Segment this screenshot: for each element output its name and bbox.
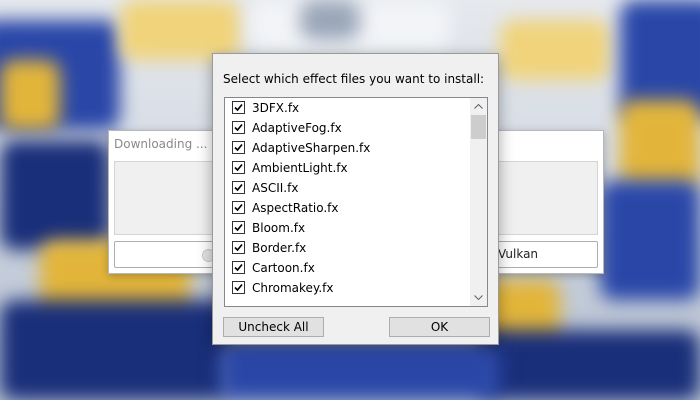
checkmark-icon [234, 183, 243, 192]
checkbox[interactable] [232, 141, 245, 154]
list-scrollbar[interactable] [470, 98, 487, 306]
checkmark-icon [234, 283, 243, 292]
list-item[interactable]: AspectRatio.fx [225, 198, 471, 218]
effect-selection-dialog: Select which effect files you want to in… [212, 53, 499, 345]
uncheck-all-button[interactable]: Uncheck All [223, 317, 324, 337]
effect-file-list[interactable]: 3DFX.fx AdaptiveFog.fx AdaptiveSharpen.fx A… [224, 97, 488, 307]
checkbox[interactable] [232, 221, 245, 234]
checkbox[interactable] [232, 101, 245, 114]
list-item-label: 3DFX.fx [252, 101, 300, 115]
checkmark-icon [234, 263, 243, 272]
list-item[interactable]: Cartoon.fx [225, 258, 471, 278]
list-item[interactable]: Border.fx [225, 238, 471, 258]
chevron-down-icon[interactable] [470, 289, 487, 306]
list-item[interactable]: ASCII.fx [225, 178, 471, 198]
checkmark-icon [234, 203, 243, 212]
scrollbar-thumb[interactable] [471, 115, 486, 139]
list-item[interactable]: AdaptiveFog.fx [225, 118, 471, 138]
list-item-label: Bloom.fx [252, 221, 306, 235]
checkbox[interactable] [232, 281, 245, 294]
list-item-label: Border.fx [252, 241, 307, 255]
list-item[interactable]: AdaptiveSharpen.fx [225, 138, 471, 158]
checkmark-icon [234, 223, 243, 232]
list-item-label: AspectRatio.fx [252, 201, 339, 215]
checkbox[interactable] [232, 261, 245, 274]
list-item-label: ASCII.fx [252, 181, 299, 195]
list-item-label: Chromakey.fx [252, 281, 334, 295]
ok-button[interactable]: OK [389, 317, 490, 337]
checkmark-icon [234, 143, 243, 152]
dialog-prompt: Select which effect files you want to in… [223, 72, 485, 86]
list-item[interactable]: AmbientLight.fx [225, 158, 471, 178]
checkmark-icon [234, 123, 243, 132]
chevron-up-icon[interactable] [470, 98, 487, 115]
list-item-label: Cartoon.fx [252, 261, 315, 275]
checkmark-icon [234, 243, 243, 252]
list-item[interactable]: 3DFX.fx [225, 98, 471, 118]
vulkan-option-label: Vulkan [498, 247, 539, 261]
checkmark-icon [234, 163, 243, 172]
list-item-label: AdaptiveFog.fx [252, 121, 342, 135]
list-item-label: AmbientLight.fx [252, 161, 348, 175]
checkbox[interactable] [232, 161, 245, 174]
list-item[interactable]: Chromakey.fx [225, 278, 471, 298]
downloading-title: Downloading ... [114, 137, 208, 151]
checkbox[interactable] [232, 121, 245, 134]
checkbox[interactable] [232, 201, 245, 214]
checkbox[interactable] [232, 181, 245, 194]
checkmark-icon [234, 103, 243, 112]
effect-file-items: 3DFX.fx AdaptiveFog.fx AdaptiveSharpen.fx A… [225, 98, 471, 298]
list-item[interactable]: Bloom.fx [225, 218, 471, 238]
list-item-label: AdaptiveSharpen.fx [252, 141, 371, 155]
checkbox[interactable] [232, 241, 245, 254]
